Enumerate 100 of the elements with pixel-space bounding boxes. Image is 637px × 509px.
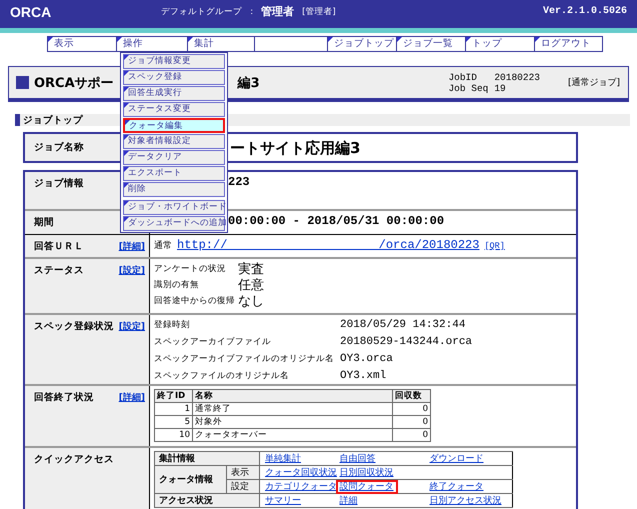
user-role: [管理者] <box>302 6 336 18</box>
job-name-value: ートサイト応用編3 <box>230 138 362 158</box>
answer-url-link[interactable]: http:// /orca/20180223 <box>177 238 480 252</box>
nav-tab[interactable]: 操作 <box>116 36 188 52</box>
column-header: 名称 <box>192 390 392 402</box>
corner-mark-icon <box>124 167 129 172</box>
row-label: 回答ＵＲＬ <box>34 240 84 253</box>
group-header: クォータ情報 <box>154 466 226 494</box>
field-value: 2018/05/29 14:32:44 <box>340 318 466 333</box>
quick-link[interactable]: 単純集計 <box>263 454 303 464</box>
user-name: 管理者 <box>261 4 294 19</box>
quick-link[interactable]: 日別アクセス状況 <box>428 496 504 506</box>
table-cell: 対象外 <box>192 416 392 428</box>
row-header: 設定 <box>226 480 260 494</box>
action-link[interactable]: [詳細] <box>118 391 145 404</box>
field-value: 223 <box>228 175 251 189</box>
quick-link[interactable]: 終了クォータ <box>428 482 486 492</box>
section-marker <box>15 114 20 126</box>
quick-link[interactable]: サマリー <box>263 496 303 506</box>
menu-item[interactable]: データクリア <box>123 150 225 165</box>
square-icon <box>16 76 29 89</box>
table-cell: 10 <box>154 428 192 442</box>
corner-mark-icon <box>466 37 471 42</box>
group-name: デフォルトグループ <box>161 6 242 18</box>
table-cell: 0 <box>392 428 430 442</box>
corner-mark-icon <box>124 183 129 188</box>
row-header: 表示 <box>226 466 260 480</box>
row-label: ステータス <box>34 264 84 277</box>
row-label: 期間 <box>34 216 54 229</box>
action-link[interactable]: [設定] <box>118 320 145 333</box>
action-link[interactable]: [詳細] <box>118 240 145 253</box>
quick-link[interactable]: ダウンロード <box>428 454 486 464</box>
job-seq-label: Job Seq <box>448 82 488 94</box>
table-cell: 5 <box>154 416 192 428</box>
corner-mark-icon <box>124 103 129 108</box>
nav-tab[interactable]: 表示 <box>47 36 117 52</box>
corner-mark-icon <box>124 201 129 206</box>
job-seq: 19 <box>494 82 507 94</box>
menu-item[interactable]: クォータ編集 <box>123 118 225 133</box>
job-title: ORCAサポー <box>34 74 114 92</box>
table-cell: 1 <box>154 402 192 416</box>
nav-tab[interactable]: ジョブトップ <box>327 36 397 52</box>
menu-item[interactable]: 削除 <box>123 182 225 197</box>
corner-mark-icon <box>48 37 53 42</box>
corner-mark-icon <box>397 37 402 42</box>
field-label: スペックアーカイブファイル <box>154 336 272 349</box>
row-label: ジョブ名称 <box>34 141 84 154</box>
job-id-label: JobID <box>448 72 478 82</box>
corner-mark-icon <box>125 120 130 125</box>
menu-item[interactable]: エクスポート <box>123 166 225 181</box>
nav-tab[interactable]: 集計 <box>187 36 255 52</box>
qr-link[interactable]: [QR] <box>484 241 505 251</box>
logo: ORCA <box>10 4 52 20</box>
menu-item[interactable]: ジョブ情報変更 <box>123 54 225 69</box>
action-link[interactable]: [設定] <box>118 264 145 277</box>
field-value: OY3.orca <box>340 352 394 367</box>
corner-mark-icon <box>328 37 333 42</box>
nav-tab[interactable]: ログアウト <box>534 36 603 52</box>
nav-tab[interactable]: トップ <box>465 36 535 52</box>
table-cell: クォータオーバー <box>192 428 392 442</box>
quick-link[interactable]: 自由回答 <box>338 454 378 464</box>
field-value: なし <box>238 294 265 309</box>
section-title: ジョブトップ <box>23 114 83 126</box>
corner-mark-icon <box>124 135 129 140</box>
corner-mark-icon <box>124 71 129 76</box>
menu-item[interactable]: 回答生成実行 <box>123 86 225 101</box>
field-label: スペックアーカイブファイルのオリジナル名 <box>154 353 335 366</box>
row-label: スペック登録状況 <box>34 320 114 333</box>
separator: : <box>250 6 254 16</box>
quick-link[interactable]: カテゴリクォータ <box>263 482 339 492</box>
job-id: 20180223 <box>494 72 540 82</box>
row-label: クイックアクセス <box>34 453 114 466</box>
corner-mark-icon <box>124 217 129 222</box>
version-label: Ver.2.1.0.5026 <box>542 6 627 17</box>
corner-mark-icon <box>535 37 540 42</box>
column-header: 終了ID <box>154 390 192 402</box>
field-label: 識別の有無 <box>154 279 200 292</box>
field-label: 回答途中からの復帰 <box>154 295 236 308</box>
group-header: 集計情報 <box>154 452 260 466</box>
menu-item[interactable]: スペック登録 <box>123 70 225 85</box>
job-title: 編3 <box>238 74 260 92</box>
field-label: アンケートの状況 <box>154 263 227 276</box>
corner-mark-icon <box>124 55 129 60</box>
menu-item[interactable]: 対象者情報設定 <box>123 134 225 149</box>
url-type-label: 通常 <box>154 240 172 252</box>
field-label: 登録時刻 <box>154 319 191 332</box>
row-label: ジョブ情報 <box>34 177 84 190</box>
menu-item[interactable]: ステータス変更 <box>123 102 225 117</box>
field-label: スペックファイルのオリジナル名 <box>154 370 290 383</box>
quick-link[interactable]: クォータ回収状況 <box>263 468 339 478</box>
quick-link[interactable]: 設問クォータ <box>338 482 396 492</box>
column-header: 回収数 <box>392 390 430 402</box>
corner-mark-icon <box>124 87 129 92</box>
nav-tab[interactable]: ジョブ一覧 <box>396 36 466 52</box>
field-value: 20180529-143244.orca <box>340 335 474 350</box>
quick-link[interactable]: 詳細 <box>338 496 360 506</box>
field-value: OY3.xml <box>340 369 388 384</box>
quick-link[interactable]: 日別回収状況 <box>338 468 396 478</box>
group-header: アクセス状況 <box>154 494 260 508</box>
field-value: 実査 <box>238 262 265 277</box>
